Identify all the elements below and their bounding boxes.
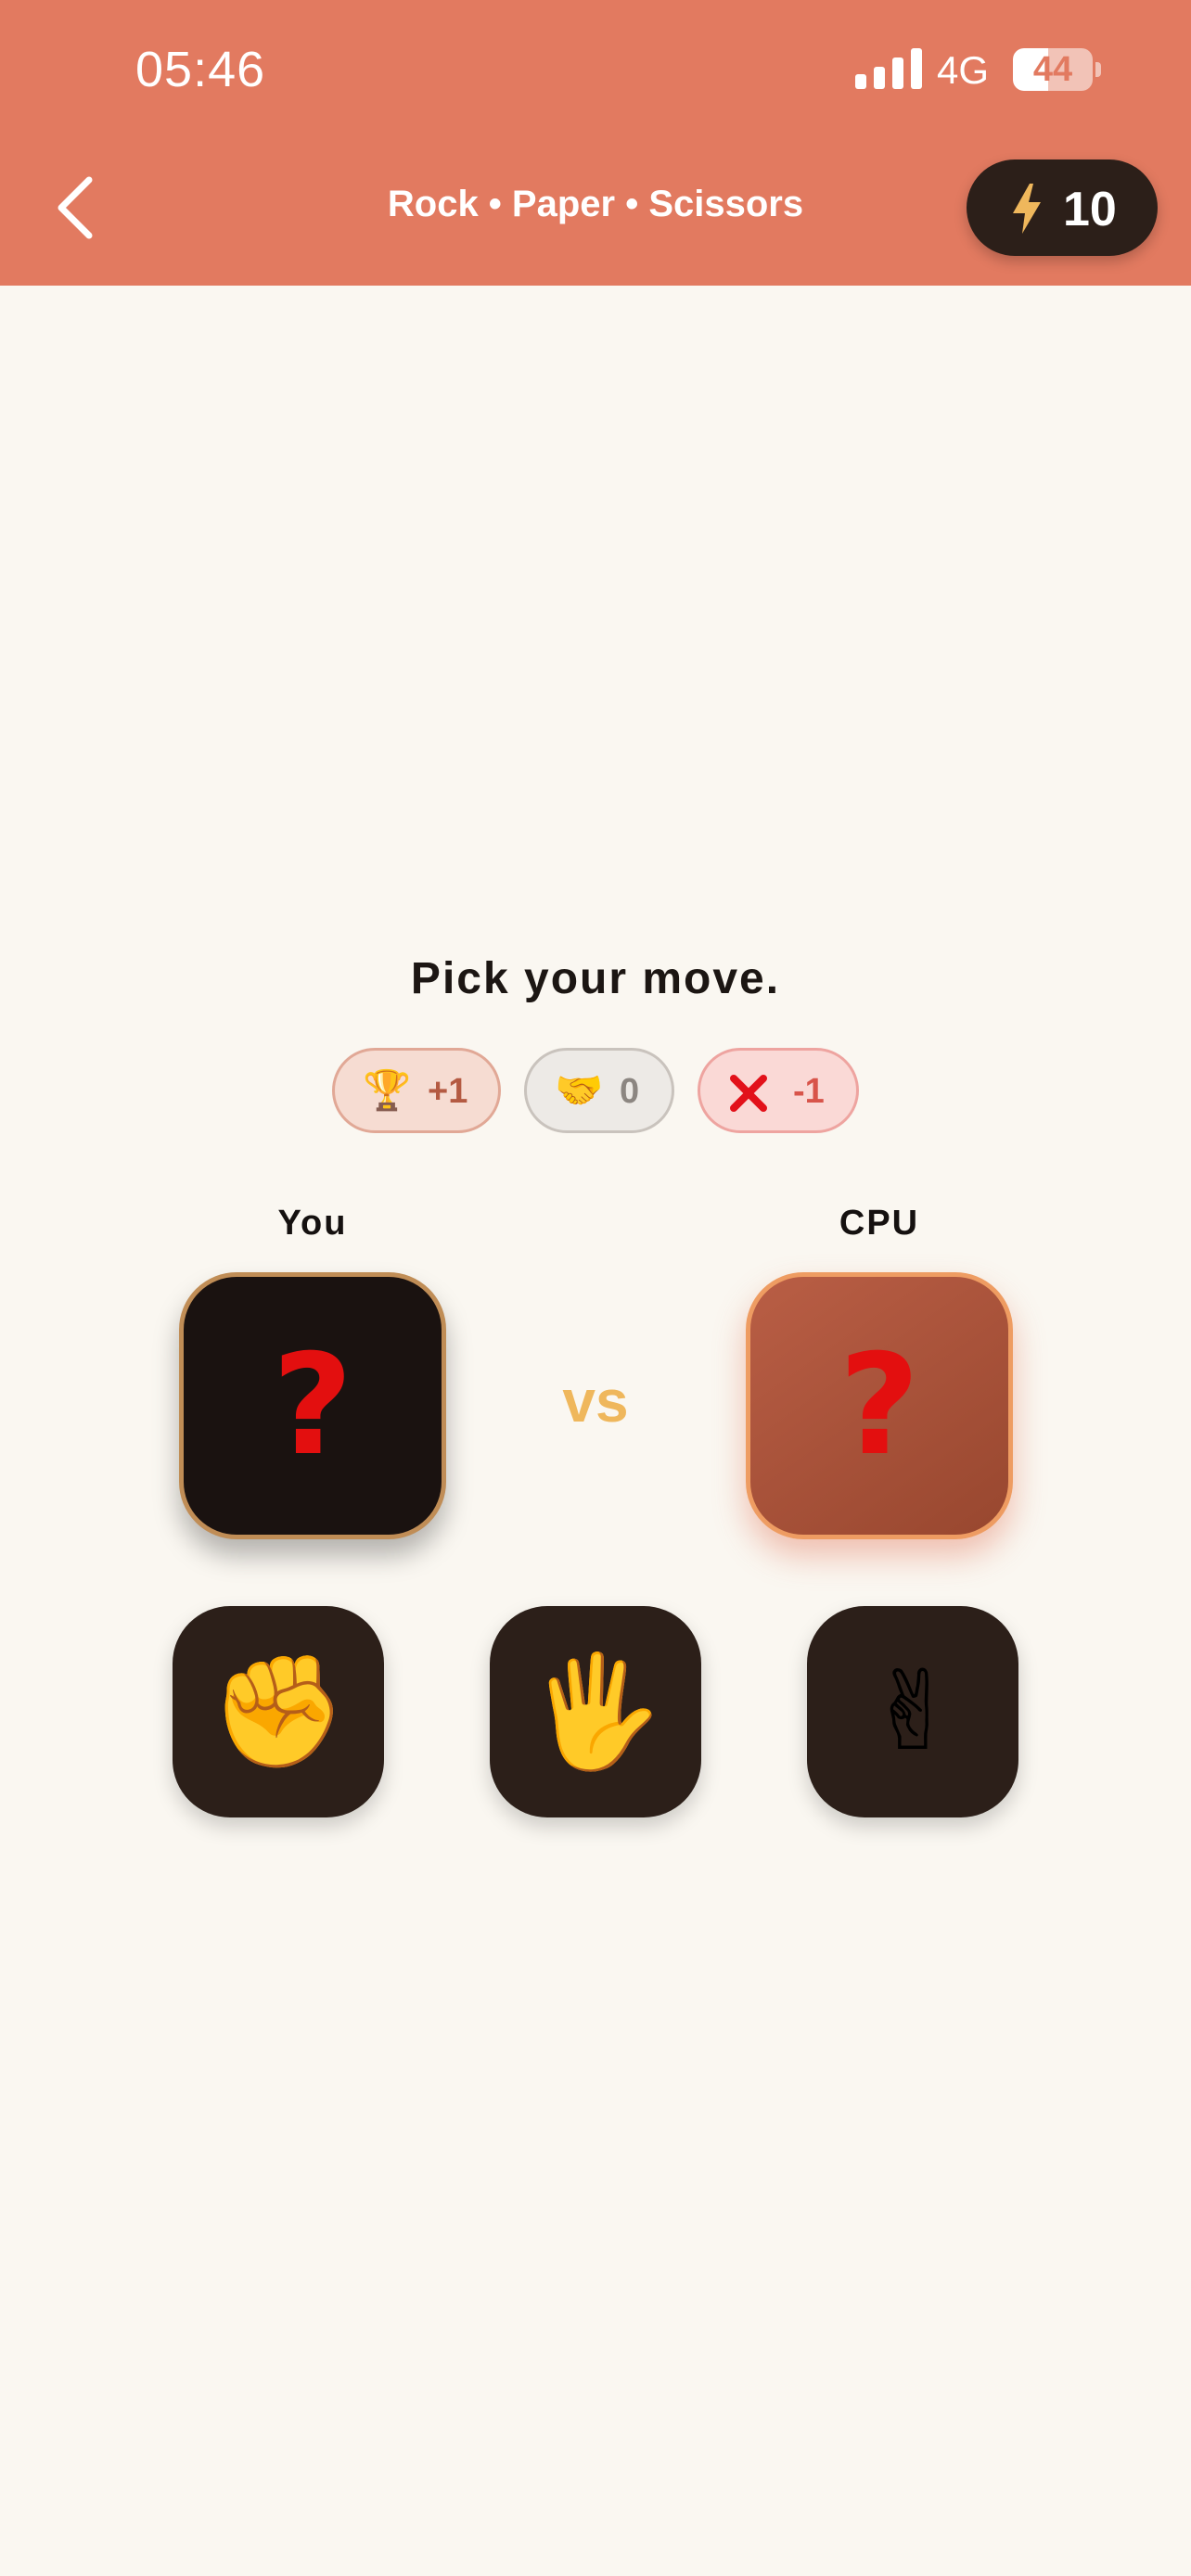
- score-loss-value: -1: [793, 1072, 825, 1111]
- score-draw-badge: 🤝 0: [524, 1048, 674, 1133]
- cellular-signal-icon: [855, 48, 922, 89]
- chevron-left-icon: [58, 176, 93, 239]
- back-button[interactable]: [48, 171, 108, 245]
- victory-hand-icon: ✌: [866, 1651, 959, 1773]
- versus-label: vs: [562, 1368, 629, 1435]
- score-loss-badge: -1: [698, 1048, 859, 1133]
- scissors-button[interactable]: ✌: [807, 1606, 1018, 1817]
- x-icon: [730, 1075, 767, 1112]
- page-title: Rock • Paper • Scissors: [387, 184, 804, 224]
- handshake-icon: 🤝: [555, 1068, 604, 1112]
- battery-cap: [1095, 62, 1101, 77]
- status-time: 05:46: [135, 42, 266, 97]
- player-label-you: You: [277, 1204, 348, 1243]
- rock-button[interactable]: ✊: [173, 1606, 384, 1817]
- raised-hand-icon: 🖐: [527, 1651, 664, 1773]
- battery-percent: 44: [1032, 50, 1073, 89]
- raised-fist-icon: ✊: [210, 1651, 347, 1773]
- score-win-badge: 🏆 +1: [332, 1048, 501, 1133]
- move-prompt: Pick your move.: [410, 954, 781, 1003]
- score-draw-value: 0: [620, 1072, 640, 1111]
- question-mark-icon: ?: [839, 1325, 920, 1486]
- paper-button[interactable]: 🖐: [490, 1606, 701, 1817]
- score-win-value: +1: [428, 1072, 468, 1111]
- app-header: 05:46 4G 44 Rock • Paper • Scissors 10: [0, 0, 1191, 286]
- question-mark-icon: ?: [272, 1325, 353, 1486]
- battery-icon: 44: [1013, 48, 1093, 91]
- energy-counter[interactable]: 10: [967, 159, 1158, 256]
- player-choice-card: ?: [179, 1272, 446, 1539]
- player-label-cpu: CPU: [839, 1204, 920, 1243]
- trophy-icon: 🏆: [363, 1068, 412, 1112]
- energy-count: 10: [1063, 183, 1117, 236]
- cpu-choice-card: ?: [746, 1272, 1013, 1539]
- lightning-bolt-icon: [1013, 184, 1041, 234]
- network-label: 4G: [937, 48, 990, 92]
